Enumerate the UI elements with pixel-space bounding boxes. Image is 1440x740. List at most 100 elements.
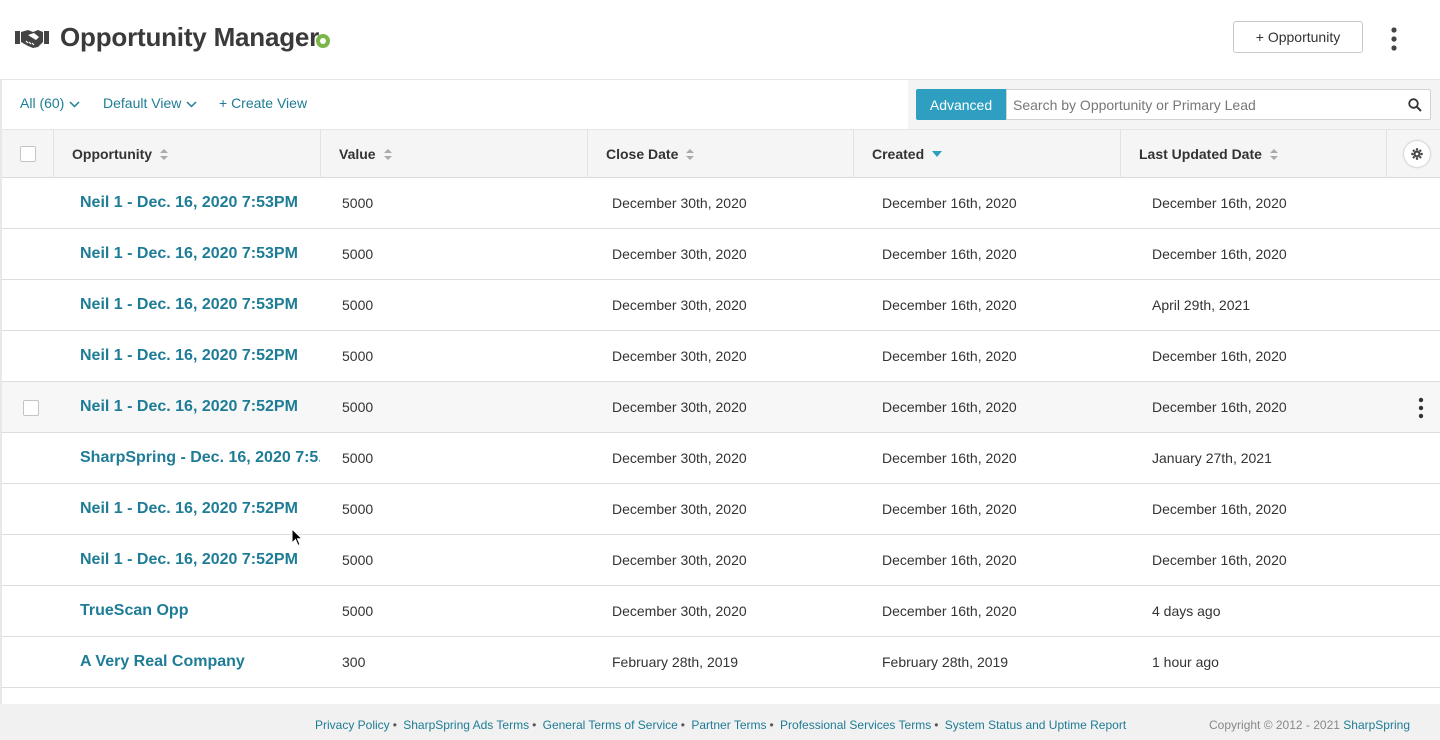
opportunity-link[interactable]: A Very Real Company: [80, 637, 245, 687]
row-actions-kebab-icon[interactable]: [1414, 397, 1428, 419]
close-date-cell: December 30th, 2020: [612, 246, 747, 262]
advanced-search-button[interactable]: Advanced: [916, 89, 1006, 120]
table-row[interactable]: Neil 1 - Dec. 16, 2020 7:52PM 5000 Decembe…: [2, 484, 1440, 535]
kebab-vertical-icon[interactable]: [1385, 26, 1403, 52]
value-cell: 5000: [342, 246, 374, 262]
create-view-link[interactable]: + Create View: [219, 95, 307, 111]
sort-icon: [686, 148, 695, 160]
footer-link-privacy-policy[interactable]: Privacy Policy: [315, 718, 390, 732]
select-all-cell: [2, 130, 54, 178]
created-cell: December 16th, 2020: [882, 552, 1017, 568]
select-all-checkbox[interactable]: [19, 146, 36, 162]
table-row[interactable]: Neil 1 - Dec. 16, 2020 7:53PM 5000 Decembe…: [2, 178, 1440, 229]
table-header: Opportunity Value Close Date Created Las…: [2, 129, 1440, 178]
column-label: Opportunity: [72, 146, 153, 162]
column-label: Created: [872, 146, 925, 162]
filter-label: All (60): [20, 95, 65, 111]
footer-link-terms-of-service[interactable]: General Terms of Service: [543, 718, 678, 732]
table-row[interactable]: Neil 1 - Dec. 16, 2020 7:52PM 5000 Decembe…: [2, 331, 1440, 382]
column-header-created[interactable]: Created: [854, 130, 1121, 178]
created-cell: December 16th, 2020: [882, 501, 1017, 517]
page-header: Opportunity Manager + Opportunity: [0, 0, 1440, 80]
last-updated-cell: December 16th, 2020: [1152, 501, 1287, 517]
footer-brand-link[interactable]: SharpSpring: [1343, 718, 1410, 732]
created-cell: December 16th, 2020: [882, 603, 1017, 619]
value-cell: 5000: [342, 195, 374, 211]
search-input[interactable]: [1013, 90, 1393, 119]
column-label: Value: [339, 146, 376, 162]
column-label: Last Updated Date: [1139, 146, 1262, 162]
value-cell: 5000: [342, 450, 374, 466]
opportunity-link[interactable]: Neil 1 - Dec. 16, 2020 7:53PM: [80, 280, 298, 330]
page-footer: Privacy Policy • SharpSpring Ads Terms • G…: [0, 704, 1440, 740]
value-cell: 5000: [342, 399, 374, 415]
created-cell: December 16th, 2020: [882, 246, 1017, 262]
column-header-close-date[interactable]: Close Date: [588, 130, 854, 178]
value-cell: 5000: [342, 348, 374, 364]
footer-link-professional-services[interactable]: Professional Services Terms: [780, 718, 931, 732]
column-header-last-updated[interactable]: Last Updated Date: [1121, 130, 1387, 178]
table-row[interactable]: A Very Real Company 300 February 28th, 201…: [2, 637, 1440, 688]
table-row[interactable]: SharpSpring - Dec. 16, 2020 7:5... 5000 De…: [2, 433, 1440, 484]
row-checkbox[interactable]: [23, 400, 39, 416]
value-cell: 5000: [342, 552, 374, 568]
view-dropdown[interactable]: Default View: [103, 95, 197, 111]
close-date-cell: December 30th, 2020: [612, 195, 747, 211]
copyright-text: Copyright © 2012 - 2021: [1209, 718, 1340, 732]
opportunity-link[interactable]: TrueScan Opp: [80, 586, 188, 636]
last-updated-cell: December 16th, 2020: [1152, 195, 1287, 211]
opportunity-link[interactable]: Neil 1 - Dec. 16, 2020 7:52PM: [80, 382, 298, 432]
toolbar-left: All (60) Default View + Create View: [2, 80, 908, 129]
column-header-opportunity[interactable]: Opportunity: [54, 130, 321, 178]
opportunity-table: Opportunity Value Close Date Created Las…: [2, 129, 1440, 688]
opportunity-link[interactable]: Neil 1 - Dec. 16, 2020 7:53PM: [80, 229, 298, 279]
created-cell: December 16th, 2020: [882, 348, 1017, 364]
last-updated-cell: 4 days ago: [1152, 603, 1221, 619]
sort-desc-icon: [932, 151, 943, 157]
last-updated-cell: April 29th, 2021: [1152, 297, 1251, 313]
column-header-value[interactable]: Value: [321, 130, 588, 178]
table-row[interactable]: TrueScan Opp 5000 December 30th, 2020 Decem…: [2, 586, 1440, 637]
search-icon[interactable]: [1408, 98, 1422, 112]
chevron-down-icon: [69, 100, 80, 108]
close-date-cell: December 30th, 2020: [612, 399, 747, 415]
opportunity-link[interactable]: SharpSpring - Dec. 16, 2020 7:5...: [80, 433, 320, 483]
filter-dropdown[interactable]: All (60): [20, 95, 80, 111]
value-cell: 5000: [342, 297, 374, 313]
close-date-cell: December 30th, 2020: [612, 348, 747, 364]
sort-icon: [160, 148, 169, 160]
footer-link-ads-terms[interactable]: SharpSpring Ads Terms: [403, 718, 529, 732]
created-cell: December 16th, 2020: [882, 399, 1017, 415]
opportunity-link[interactable]: Neil 1 - Dec. 16, 2020 7:52PM: [80, 331, 298, 381]
mouse-cursor-icon: [291, 528, 303, 547]
last-updated-cell: December 16th, 2020: [1152, 399, 1287, 415]
table-body: Neil 1 - Dec. 16, 2020 7:53PM 5000 Decembe…: [2, 178, 1440, 688]
close-date-cell: December 30th, 2020: [612, 603, 747, 619]
last-updated-cell: January 27th, 2021: [1152, 450, 1272, 466]
column-settings-button[interactable]: [1404, 141, 1430, 167]
close-date-cell: December 30th, 2020: [612, 297, 747, 313]
value-cell: 5000: [342, 603, 374, 619]
copyright: Copyright © 2012 - 2021 SharpSpring: [1209, 718, 1410, 732]
value-cell: 5000: [342, 501, 374, 517]
table-row[interactable]: Neil 1 - Dec. 16, 2020 7:53PM 5000 Decembe…: [2, 280, 1440, 331]
close-date-cell: December 30th, 2020: [612, 552, 747, 568]
value-cell: 300: [342, 654, 366, 670]
add-opportunity-button[interactable]: + Opportunity: [1233, 21, 1363, 53]
sort-icon: [1269, 148, 1278, 160]
last-updated-cell: 1 hour ago: [1152, 654, 1219, 670]
opportunity-link[interactable]: Neil 1 - Dec. 16, 2020 7:53PM: [80, 178, 298, 228]
footer-link-partner-terms[interactable]: Partner Terms: [691, 718, 766, 732]
opportunity-link[interactable]: Neil 1 - Dec. 16, 2020 7:52PM: [80, 535, 298, 585]
table-row[interactable]: Neil 1 - Dec. 16, 2020 7:53PM 5000 Decembe…: [2, 229, 1440, 280]
last-updated-cell: December 16th, 2020: [1152, 246, 1287, 262]
green-badge-icon: [316, 34, 330, 48]
close-date-cell: December 30th, 2020: [612, 501, 747, 517]
close-date-cell: December 30th, 2020: [612, 450, 747, 466]
table-row[interactable]: Neil 1 - Dec. 16, 2020 7:52PM 5000 Decembe…: [2, 382, 1440, 433]
footer-link-system-status[interactable]: System Status and Uptime Report: [945, 718, 1126, 732]
opportunity-link[interactable]: Neil 1 - Dec. 16, 2020 7:52PM: [80, 484, 298, 534]
gear-icon: [1411, 148, 1423, 160]
footer-links: Privacy Policy • SharpSpring Ads Terms • G…: [315, 718, 1127, 732]
table-row[interactable]: Neil 1 - Dec. 16, 2020 7:52PM 5000 Decembe…: [2, 535, 1440, 586]
